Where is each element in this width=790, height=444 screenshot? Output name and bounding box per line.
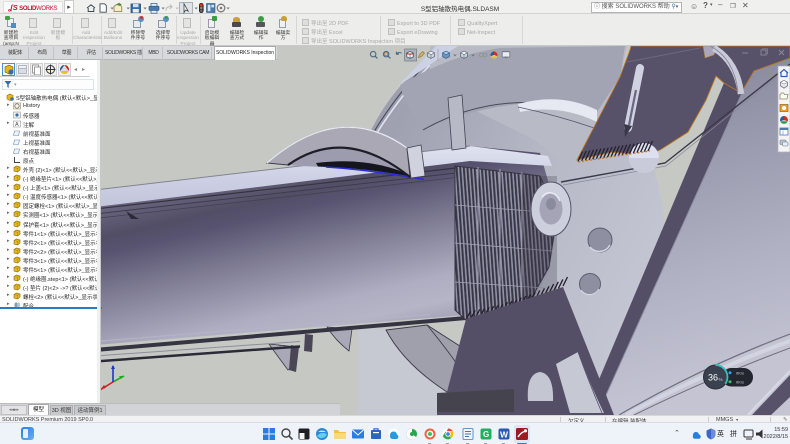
svg-text:%: % bbox=[719, 377, 723, 382]
svg-text:0K/s: 0K/s bbox=[736, 380, 744, 385]
svg-text:36: 36 bbox=[708, 373, 718, 383]
svg-text:W: W bbox=[500, 430, 509, 440]
svg-text:0K/s: 0K/s bbox=[736, 371, 744, 376]
svg-text:G: G bbox=[483, 430, 489, 439]
svg-text:A: A bbox=[15, 122, 19, 128]
